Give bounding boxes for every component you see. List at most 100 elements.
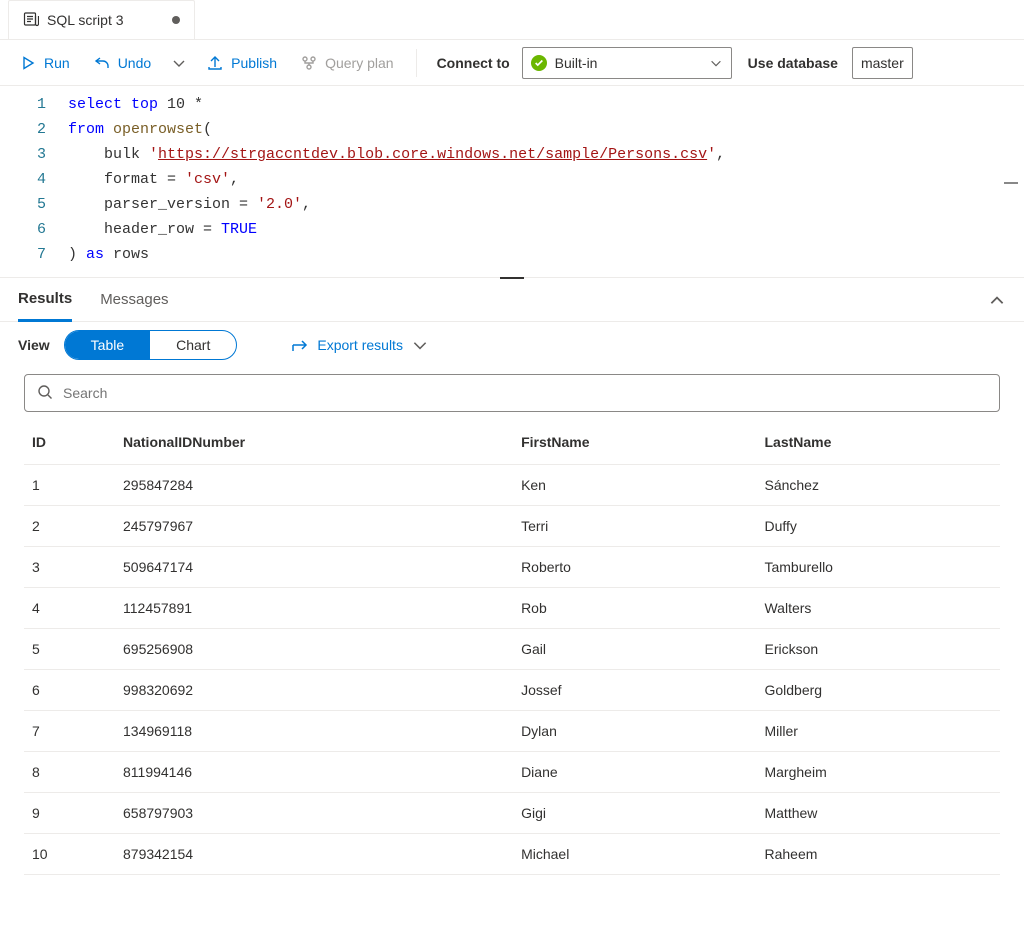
table-cell: Jossef	[513, 670, 756, 711]
search-container	[0, 368, 1024, 420]
collapse-panel-button[interactable]	[988, 292, 1006, 313]
column-header[interactable]: ID	[24, 420, 115, 465]
queryplan-label: Query plan	[325, 55, 393, 71]
table-cell: 509647174	[115, 547, 513, 588]
table-cell: 695256908	[115, 629, 513, 670]
table-cell: Matthew	[756, 793, 1000, 834]
table-cell: Rob	[513, 588, 756, 629]
table-cell: 811994146	[115, 752, 513, 793]
table-cell: Margheim	[756, 752, 1000, 793]
table-cell: Erickson	[756, 629, 1000, 670]
database-dropdown[interactable]: master	[852, 47, 913, 79]
table-cell: 112457891	[115, 588, 513, 629]
table-cell: Walters	[756, 588, 1000, 629]
table-cell: 5	[24, 629, 115, 670]
table-cell: Michael	[513, 834, 756, 875]
table-cell: Dylan	[513, 711, 756, 752]
sql-editor[interactable]: 1234567 select top 10 *from openrowset( …	[0, 86, 1024, 278]
view-table[interactable]: Table	[65, 331, 150, 359]
undo-label: Undo	[118, 55, 151, 71]
view-label: View	[18, 337, 50, 353]
database-value: master	[861, 55, 904, 71]
publish-label: Publish	[231, 55, 277, 71]
line-gutter: 1234567	[0, 92, 68, 267]
view-toggle: Table Chart	[64, 330, 238, 360]
table-cell: 879342154	[115, 834, 513, 875]
table-cell: Gigi	[513, 793, 756, 834]
chevron-down-icon	[411, 336, 429, 354]
table-row[interactable]: 2245797967TerriDuffy	[24, 506, 1000, 547]
view-chart[interactable]: Chart	[150, 331, 236, 359]
run-button[interactable]: Run	[10, 49, 80, 77]
table-cell: Duffy	[756, 506, 1000, 547]
script-icon	[23, 11, 39, 30]
table-cell: 998320692	[115, 670, 513, 711]
table-cell: 658797903	[115, 793, 513, 834]
export-icon	[291, 336, 309, 354]
export-results-button[interactable]: Export results	[291, 336, 429, 354]
table-cell: Roberto	[513, 547, 756, 588]
table-cell: Tamburello	[756, 547, 1000, 588]
table-cell: 1	[24, 465, 115, 506]
tab-results[interactable]: Results	[18, 279, 72, 322]
table-cell: 4	[24, 588, 115, 629]
column-header[interactable]: NationalIDNumber	[115, 420, 513, 465]
search-input[interactable]	[63, 385, 987, 401]
export-label: Export results	[317, 337, 403, 353]
table-cell: Gail	[513, 629, 756, 670]
column-header[interactable]: LastName	[756, 420, 1000, 465]
chevron-down-icon	[709, 56, 723, 70]
tab-title: SQL script 3	[47, 12, 124, 28]
column-header[interactable]: FirstName	[513, 420, 756, 465]
table-row[interactable]: 9658797903GigiMatthew	[24, 793, 1000, 834]
connect-to-label: Connect to	[429, 55, 518, 71]
separator	[416, 49, 417, 77]
table-cell: Sánchez	[756, 465, 1000, 506]
use-database-label: Use database	[748, 55, 838, 71]
publish-button[interactable]: Publish	[197, 49, 287, 77]
table-cell: Goldberg	[756, 670, 1000, 711]
table-cell: 6	[24, 670, 115, 711]
file-tab-bar: SQL script 3	[0, 0, 1024, 40]
tab-messages[interactable]: Messages	[100, 278, 168, 321]
table-row[interactable]: 1295847284KenSánchez	[24, 465, 1000, 506]
results-panel-tabs: Results Messages	[0, 278, 1024, 322]
table-row[interactable]: 5695256908GailErickson	[24, 629, 1000, 670]
table-cell: 8	[24, 752, 115, 793]
table-cell: 134969118	[115, 711, 513, 752]
code-area[interactable]: select top 10 *from openrowset( bulk 'ht…	[68, 92, 1024, 267]
connection-dropdown[interactable]: Built-in	[522, 47, 732, 79]
table-row[interactable]: 6998320692JossefGoldberg	[24, 670, 1000, 711]
table-row[interactable]: 7134969118DylanMiller	[24, 711, 1000, 752]
status-ok-icon	[531, 55, 547, 71]
table-cell: Raheem	[756, 834, 1000, 875]
unsaved-indicator	[172, 16, 180, 24]
connection-value: Built-in	[555, 55, 598, 71]
file-tab[interactable]: SQL script 3	[8, 0, 195, 39]
table-cell: 295847284	[115, 465, 513, 506]
run-label: Run	[44, 55, 70, 71]
table-cell: 2	[24, 506, 115, 547]
table-row[interactable]: 10879342154MichaelRaheem	[24, 834, 1000, 875]
query-toolbar: Run Undo Publish Query plan Connect to B…	[0, 40, 1024, 86]
table-cell: Miller	[756, 711, 1000, 752]
table-cell: Terri	[513, 506, 756, 547]
undo-button[interactable]: Undo	[84, 49, 161, 77]
search-icon	[37, 384, 53, 403]
table-row[interactable]: 3509647174RobertoTamburello	[24, 547, 1000, 588]
undo-dropdown[interactable]	[165, 49, 193, 77]
queryplan-button: Query plan	[291, 49, 403, 77]
table-cell: 7	[24, 711, 115, 752]
table-cell: Diane	[513, 752, 756, 793]
table-row[interactable]: 4112457891RobWalters	[24, 588, 1000, 629]
table-cell: 10	[24, 834, 115, 875]
table-cell: 3	[24, 547, 115, 588]
results-toolbar: View Table Chart Export results	[0, 322, 1024, 368]
scrollbar-marker	[1004, 182, 1018, 184]
table-row[interactable]: 8811994146DianeMargheim	[24, 752, 1000, 793]
results-table: IDNationalIDNumberFirstNameLastName 1295…	[24, 420, 1000, 875]
results-grid: IDNationalIDNumberFirstNameLastName 1295…	[0, 420, 1024, 891]
table-cell: Ken	[513, 465, 756, 506]
search-field[interactable]	[24, 374, 1000, 412]
table-header-row: IDNationalIDNumberFirstNameLastName	[24, 420, 1000, 465]
